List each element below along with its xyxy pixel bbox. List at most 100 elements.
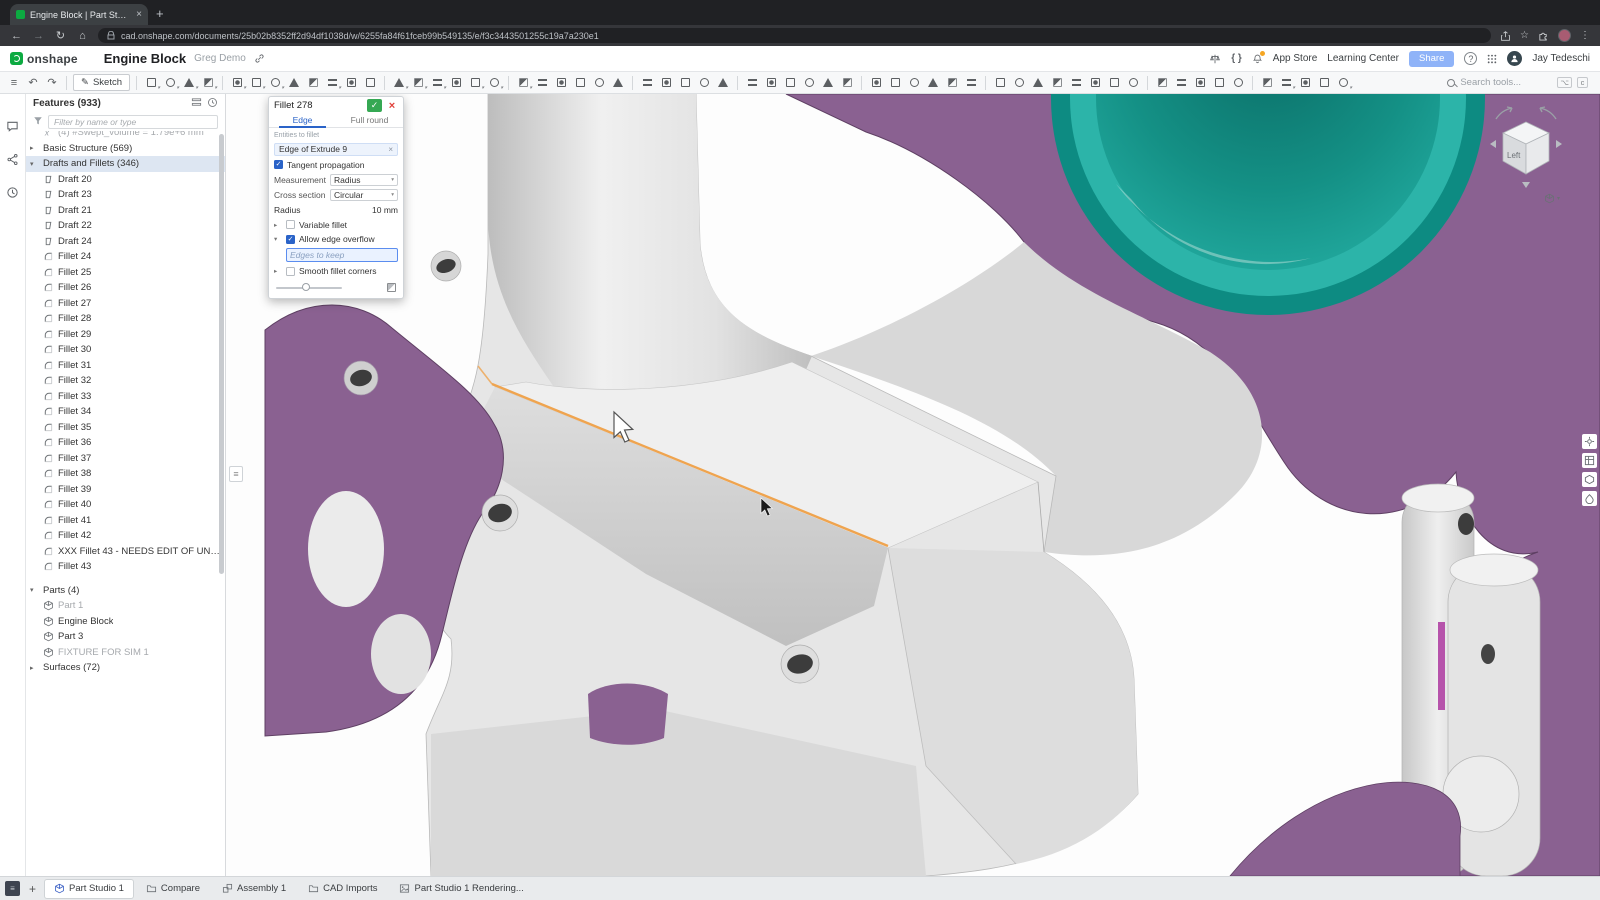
feature-item[interactable]: Fillet 31: [26, 358, 225, 374]
feature-item[interactable]: Fillet 42: [26, 528, 225, 544]
feature-item[interactable]: Fillet 30: [26, 342, 225, 358]
share-page-icon[interactable]: [1500, 30, 1511, 42]
feature-item[interactable]: Draft 22: [26, 218, 225, 234]
tool-section-view-icon[interactable]: [1297, 75, 1313, 91]
tab-full-round[interactable]: Full round: [336, 114, 403, 127]
tool-custom-feature-5-icon[interactable]: [1106, 75, 1122, 91]
slider-knob[interactable]: [302, 283, 310, 291]
tool-custom-feature-2-icon[interactable]: [1049, 75, 1065, 91]
document-tab[interactable]: CAD Imports: [299, 880, 386, 898]
tool-trim-surface-icon[interactable]: [963, 75, 979, 91]
feature-item[interactable]: FIXTURE FOR SIM 1: [26, 645, 225, 661]
tool-extrude-icon[interactable]: ▾: [143, 75, 159, 91]
tool-variable-studio-icon[interactable]: [1011, 75, 1027, 91]
featurescript-icon[interactable]: { }: [1231, 53, 1242, 64]
feature-item[interactable]: Fillet 33: [26, 389, 225, 405]
sketch-button[interactable]: ✎ Sketch: [73, 74, 130, 91]
tool-enclose-icon[interactable]: [362, 75, 378, 91]
feature-group[interactable]: ▾Parts (4): [26, 583, 225, 599]
bookmark-star-icon[interactable]: ☆: [1520, 30, 1529, 41]
tool-ruled-surface-icon[interactable]: [925, 75, 941, 91]
tool-loft-icon[interactable]: ▾: [200, 75, 216, 91]
notifications-icon[interactable]: [1252, 53, 1263, 65]
undo-icon[interactable]: ↶: [25, 75, 41, 91]
model-viewport[interactable]: Fillet 278 ✓ × Edge Full round Entities …: [226, 94, 1600, 876]
share-button[interactable]: Share: [1409, 51, 1454, 67]
tool-chamfer-icon[interactable]: ▾: [248, 75, 264, 91]
tool-split-icon[interactable]: ▾: [486, 75, 502, 91]
tool-sweep-icon[interactable]: ▾: [181, 75, 197, 91]
tool-curve-pattern-icon[interactable]: [448, 75, 464, 91]
feature-item[interactable]: Fillet 24: [26, 249, 225, 265]
extensions-icon[interactable]: [1538, 30, 1549, 41]
panel-resize-handle[interactable]: ≡: [229, 466, 243, 482]
tool-custom-feature-4-icon[interactable]: [1087, 75, 1103, 91]
tool-delete-face-icon[interactable]: [553, 75, 569, 91]
chevron-right-icon[interactable]: ▸: [30, 144, 39, 152]
feature-item[interactable]: Draft 23: [26, 187, 225, 203]
tool-measure-icon[interactable]: [1211, 75, 1227, 91]
expand-variable-fillet-icon[interactable]: ▸: [274, 221, 282, 229]
user-avatar[interactable]: [1507, 51, 1522, 66]
radius-input[interactable]: [350, 205, 398, 215]
feature-filter-input[interactable]: [48, 115, 218, 129]
smooth-corners-checkbox[interactable]: [286, 267, 295, 276]
remove-entity-icon[interactable]: ×: [388, 145, 393, 154]
tool-composite-curve-icon[interactable]: [782, 75, 798, 91]
onshape-logo[interactable]: onshape: [10, 52, 78, 66]
tool-bend-icon[interactable]: [1192, 75, 1208, 91]
custom-tables-panel-icon[interactable]: [1582, 453, 1597, 468]
cancel-button[interactable]: ×: [386, 100, 398, 112]
feature-group[interactable]: ▾Drafts and Fillets (346): [26, 156, 225, 172]
feature-item[interactable]: Fillet 28: [26, 311, 225, 327]
preview-opacity-slider[interactable]: [276, 287, 342, 289]
feature-item[interactable]: Fillet 26: [26, 280, 225, 296]
document-tab[interactable]: Part Studio 1: [45, 880, 133, 898]
final-preview-icon[interactable]: [387, 283, 396, 292]
learning-center-link[interactable]: Learning Center: [1327, 53, 1399, 64]
tool-trim-curve-icon[interactable]: [820, 75, 836, 91]
chevron-right-icon[interactable]: ▸: [30, 664, 39, 672]
variable-fillet-checkbox[interactable]: [286, 220, 295, 229]
tool-search[interactable]: ⌥ c: [1447, 77, 1594, 88]
feature-item[interactable]: Fillet 25: [26, 265, 225, 281]
tool-custom-feature-1-icon[interactable]: [1030, 75, 1046, 91]
feature-group[interactable]: ▸Surfaces (72): [26, 660, 225, 676]
tool-move-face-icon[interactable]: [534, 75, 550, 91]
reload-icon[interactable]: ↻: [54, 29, 67, 42]
add-tab-button[interactable]: +: [25, 882, 40, 896]
tool-variable-icon[interactable]: [992, 75, 1008, 91]
document-tab[interactable]: Assembly 1: [213, 880, 295, 898]
tool-point-icon[interactable]: [677, 75, 693, 91]
tool-offset-curve-icon[interactable]: [839, 75, 855, 91]
tool-named-views-icon[interactable]: ▾: [1278, 75, 1294, 91]
browser-profile-avatar[interactable]: [1558, 29, 1571, 42]
tool-bridging-curve-icon[interactable]: [763, 75, 779, 91]
feature-item[interactable]: Fillet 29: [26, 327, 225, 343]
back-icon[interactable]: ←: [10, 30, 23, 42]
tool-extend-surface-icon[interactable]: [944, 75, 960, 91]
app-store-link[interactable]: App Store: [1273, 53, 1317, 64]
cross-section-select[interactable]: Circular ▾: [330, 189, 398, 201]
feature-item[interactable]: Draft 21: [26, 203, 225, 219]
feature-list-options-icon[interactable]: [191, 95, 202, 113]
feature-item[interactable]: Fillet 37: [26, 451, 225, 467]
tool-boundary-surface-icon[interactable]: [887, 75, 903, 91]
feature-item[interactable]: Draft 20: [26, 172, 225, 188]
tool-plane-icon[interactable]: [639, 75, 655, 91]
appearance-panel-icon[interactable]: [1582, 491, 1597, 506]
feature-item[interactable]: Fillet 34: [26, 404, 225, 420]
feature-item[interactable]: Fillet 40: [26, 497, 225, 513]
tool-isolate-icon[interactable]: [1316, 75, 1332, 91]
feature-item[interactable]: Part 1: [26, 598, 225, 614]
feature-item[interactable]: Engine Block: [26, 614, 225, 630]
tool-projected-curve-icon[interactable]: [744, 75, 760, 91]
tool-rib-icon[interactable]: [286, 75, 302, 91]
measurement-select[interactable]: Radius ▾: [330, 174, 398, 186]
feature-item[interactable]: Fillet 36: [26, 435, 225, 451]
history-icon[interactable]: [6, 186, 19, 204]
user-name[interactable]: Jay Tedeschi: [1532, 53, 1590, 64]
tool-helix-icon[interactable]: [658, 75, 674, 91]
comments-icon[interactable]: [6, 120, 19, 138]
feature-item[interactable]: Fillet 35: [26, 420, 225, 436]
